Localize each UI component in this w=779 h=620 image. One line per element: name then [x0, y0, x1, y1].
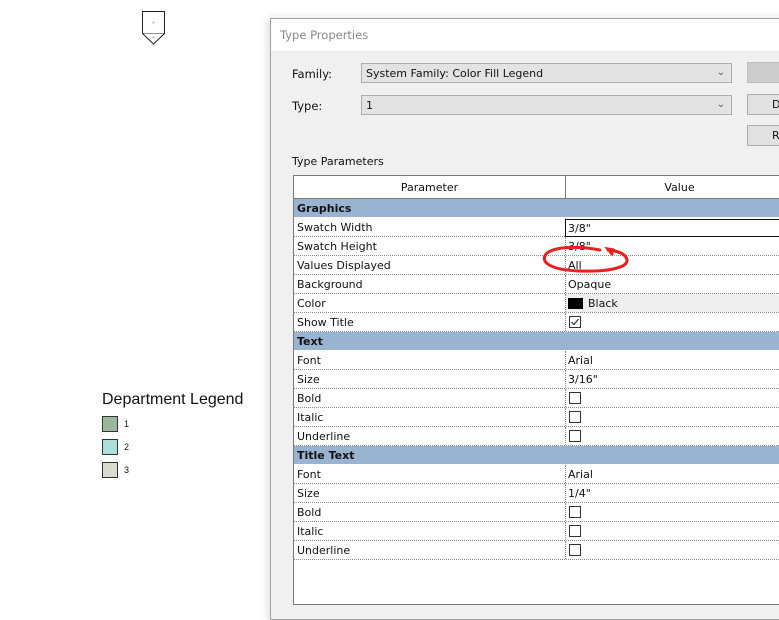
parameter-value[interactable]: All — [566, 256, 779, 274]
parameter-row[interactable]: Bold — [294, 503, 779, 522]
parameter-value[interactable]: 3/8" — [566, 237, 779, 255]
legend-item: 1 — [102, 416, 243, 432]
parameter-row[interactable]: Font Arial — [294, 351, 779, 370]
color-fill-legend-tag-icon[interactable] — [142, 11, 165, 45]
parameter-name: Underline — [294, 427, 566, 445]
family-dropdown[interactable]: System Family: Color Fill Legend ⌄ — [361, 63, 732, 83]
parameter-checkbox[interactable] — [566, 541, 779, 559]
color-swatch — [568, 297, 583, 309]
parameter-row[interactable]: Italic — [294, 522, 779, 541]
parameter-row[interactable]: Bold — [294, 389, 779, 408]
parameter-name: Size — [294, 370, 566, 388]
parameter-name: Swatch Width — [294, 218, 566, 236]
checkbox-unchecked-icon[interactable] — [569, 411, 581, 423]
checkbox-unchecked-icon[interactable] — [569, 430, 581, 442]
parameter-value[interactable]: Opaque — [566, 275, 779, 293]
parameter-name: Color — [294, 294, 566, 312]
parameter-name: Italic — [294, 522, 566, 540]
parameter-name: Font — [294, 351, 566, 369]
parameter-name: Background — [294, 275, 566, 293]
legend-item-label: 2 — [124, 442, 130, 452]
duplicate-button-label: D — [772, 98, 779, 111]
checkbox-unchecked-icon[interactable] — [569, 506, 581, 518]
load-button — [747, 62, 779, 83]
grid-body: Graphics Swatch Width 3/8" Swatch Height 3/8… — [294, 199, 779, 560]
legend-swatch — [102, 462, 118, 478]
chevron-down-icon: ⌄ — [716, 67, 725, 78]
checkbox-unchecked-icon[interactable] — [569, 392, 581, 404]
legend-swatch — [102, 439, 118, 455]
duplicate-button[interactable]: D — [747, 94, 779, 115]
legend-item: 2 — [102, 439, 243, 455]
parameter-checkbox[interactable] — [566, 522, 779, 540]
checkbox-checked-icon[interactable] — [569, 316, 581, 328]
column-header-parameter[interactable]: Parameter — [294, 176, 566, 198]
type-properties-dialog: Type Properties Family: System Family: C… — [270, 18, 779, 620]
parameter-row[interactable]: Italic — [294, 408, 779, 427]
parameter-row[interactable]: Underline — [294, 427, 779, 446]
type-dropdown[interactable]: 1 ⌄ — [361, 95, 732, 115]
family-dropdown-value: System Family: Color Fill Legend — [366, 66, 544, 80]
type-label: Type: — [292, 99, 323, 113]
parameter-color-value[interactable]: Black — [566, 294, 779, 312]
parameter-row[interactable]: Size 3/16" — [294, 370, 779, 389]
parameter-row[interactable]: Size 1/4" — [294, 484, 779, 503]
group-header[interactable]: Text — [294, 332, 779, 351]
parameter-name: Font — [294, 465, 566, 483]
parameter-checkbox[interactable] — [566, 427, 779, 445]
parameter-row[interactable]: Background Opaque — [294, 275, 779, 294]
rename-button[interactable]: R — [747, 125, 779, 146]
dialog-title: Type Properties — [280, 28, 369, 42]
parameter-name: Bold — [294, 389, 566, 407]
checkbox-unchecked-icon[interactable] — [569, 544, 581, 556]
parameter-value[interactable]: 1/4" — [566, 484, 779, 502]
parameter-name: Show Title — [294, 313, 566, 331]
parameter-value[interactable]: Arial — [566, 351, 779, 369]
rename-button-label: R — [772, 129, 779, 142]
parameter-row[interactable]: Swatch Height 3/8" — [294, 237, 779, 256]
type-dropdown-value: 1 — [366, 98, 373, 112]
legend-item-label: 3 — [124, 465, 130, 475]
legend-title: Department Legend — [102, 391, 244, 408]
parameter-row[interactable]: Font Arial — [294, 465, 779, 484]
parameter-value-input[interactable]: 3/8" — [565, 219, 779, 237]
parameter-checkbox[interactable] — [566, 389, 779, 407]
legend-swatch — [102, 416, 118, 432]
column-header-value[interactable]: Value — [566, 176, 779, 198]
department-legend[interactable]: Department Legend 1 2 3 — [102, 391, 243, 478]
legend-item: 3 — [102, 462, 243, 478]
parameter-row[interactable]: Underline — [294, 541, 779, 560]
parameter-name: Swatch Height — [294, 237, 566, 255]
type-parameters-label: Type Parameters — [292, 155, 384, 168]
type-parameters-grid[interactable]: Parameter Value Graphics Swatch Width 3/8"… — [293, 175, 779, 605]
parameter-name: Bold — [294, 503, 566, 521]
parameter-name: Size — [294, 484, 566, 502]
parameter-value[interactable]: Arial — [566, 465, 779, 483]
parameter-row[interactable]: Color Black — [294, 294, 779, 313]
parameter-checkbox[interactable] — [566, 503, 779, 521]
legend-item-label: 1 — [124, 419, 130, 429]
chevron-down-icon: ⌄ — [716, 99, 725, 110]
parameter-checkbox[interactable] — [566, 313, 779, 331]
grid-header: Parameter Value — [294, 176, 779, 199]
parameter-value[interactable]: 3/16" — [566, 370, 779, 388]
dialog-titlebar[interactable]: Type Properties — [271, 19, 779, 51]
parameter-row[interactable]: Show Title — [294, 313, 779, 332]
parameter-name: Values Displayed — [294, 256, 566, 274]
group-header[interactable]: Title Text — [294, 446, 779, 465]
color-name: Black — [588, 296, 618, 310]
parameter-row[interactable]: Values Displayed All — [294, 256, 779, 275]
family-label: Family: — [292, 67, 333, 81]
parameter-name: Italic — [294, 408, 566, 426]
group-header[interactable]: Graphics — [294, 199, 779, 218]
parameter-checkbox[interactable] — [566, 408, 779, 426]
parameter-row[interactable]: Swatch Width 3/8" — [294, 218, 779, 237]
parameter-name: Underline — [294, 541, 566, 559]
checkbox-unchecked-icon[interactable] — [569, 525, 581, 537]
